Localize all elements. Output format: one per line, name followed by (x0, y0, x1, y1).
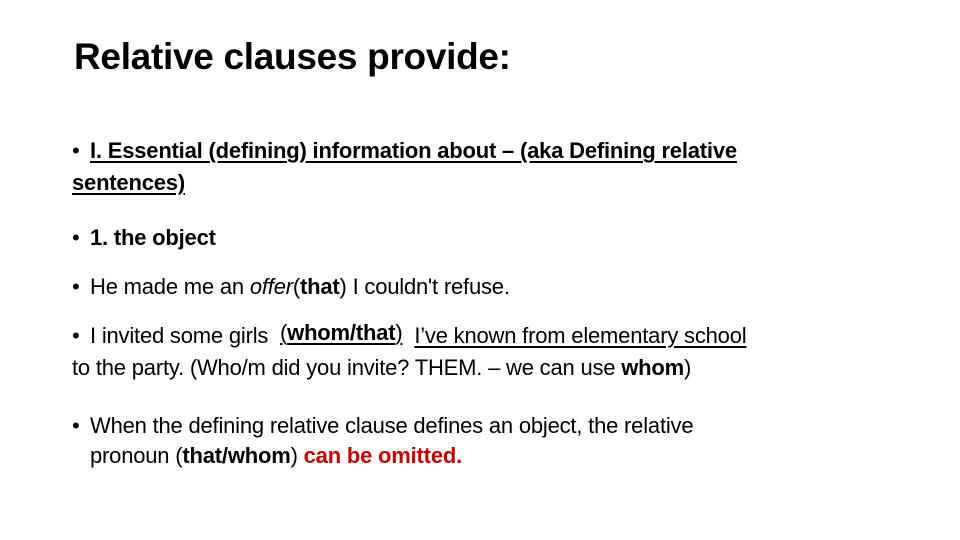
example2-line2-before: to the party. (Who/m did you invite? THE… (72, 355, 622, 380)
bullet-example-girls: • I invited some girls (whom/that) I’ve k… (72, 320, 747, 384)
rule-line-2: pronoun (that/whom) can be omitted. (72, 443, 462, 468)
bullet-example-offer: • He made me an offer(that) I couldn't re… (72, 271, 510, 303)
rule-line2-red: can be omitted. (303, 443, 463, 468)
example1-before: He made me an (90, 274, 250, 299)
rule-line2-before: pronoun ( (90, 443, 183, 468)
example2-underlined-clause: I’ve known from elementary school (414, 323, 747, 348)
bullet-omission-rule: • When the defining relative clause defin… (72, 411, 694, 471)
example1-pronoun: that (300, 274, 340, 299)
object-heading: 1. the object (90, 225, 216, 250)
rule-line-1: When the defining relative clause define… (90, 413, 694, 438)
bullet-icon: • (72, 274, 80, 299)
essential-line-2: sentences) (72, 170, 185, 195)
rule-line2-mid: ) (290, 443, 304, 468)
example2-pronoun-box: (whom/that) (280, 320, 403, 345)
bullet-object-heading: • 1. the object (72, 222, 216, 254)
bullet-icon: • (72, 225, 80, 250)
example1-paren-close: ) (339, 274, 347, 299)
bullet-icon: • (72, 323, 80, 348)
slide-title: Relative clauses provide: (74, 36, 511, 77)
bullet-essential-information: • I. Essential (defining) information abo… (72, 135, 737, 199)
example1-after: I couldn't refuse. (346, 274, 510, 299)
example2-before: I invited some girls (90, 323, 275, 348)
example1-paren-open: ( (292, 274, 301, 299)
example2-line2-after: ) (684, 355, 692, 380)
bullet-icon: • (72, 413, 80, 438)
example2-line2-bold: whom (621, 355, 684, 380)
bullet-icon: • (72, 138, 80, 163)
example2-pronoun-close: ) (395, 320, 403, 345)
rule-line2-bold: that/whom (182, 443, 291, 468)
example1-italic: offer (249, 274, 293, 299)
example2-pronoun: whom/that (287, 320, 396, 345)
essential-line-1: I. Essential (defining) information abou… (90, 138, 737, 163)
